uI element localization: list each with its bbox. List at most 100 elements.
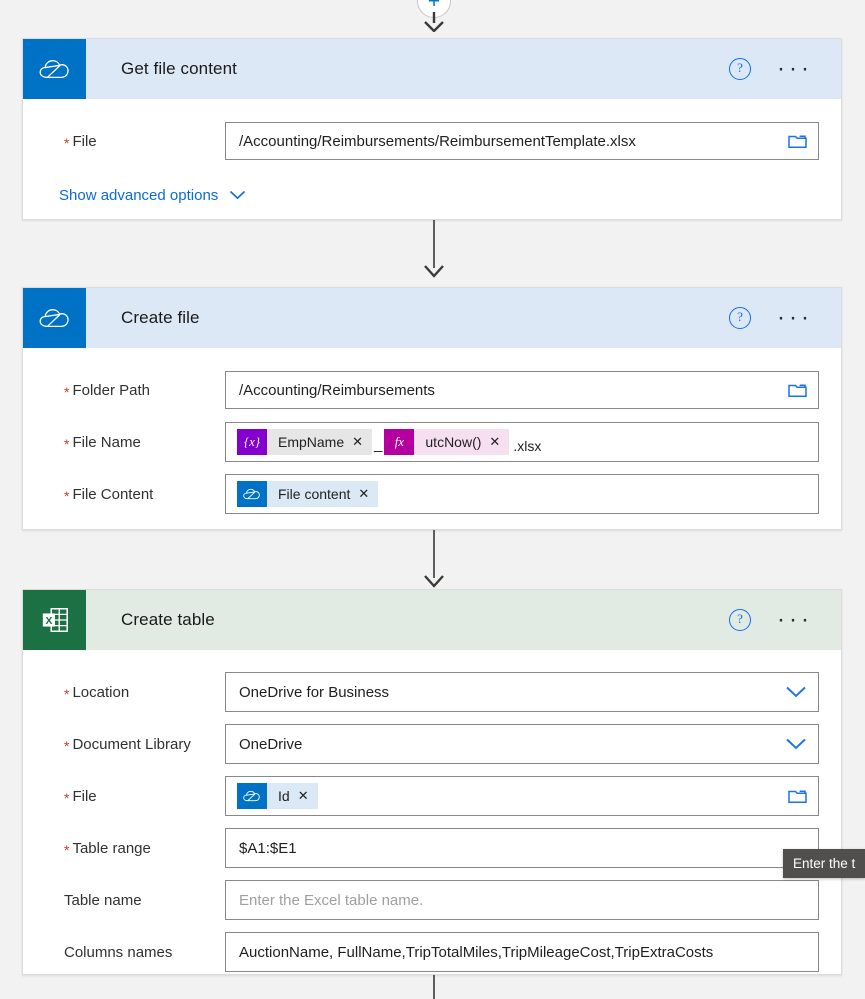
field-label: * Document Library bbox=[45, 736, 225, 754]
token-list: {x} EmpName ✕ _ fx utcNow() ✕ .xlsx bbox=[237, 429, 541, 455]
field-row-folder-path: * Folder Path /Accounting/Reimbursements bbox=[45, 364, 819, 416]
help-icon[interactable]: ? bbox=[729, 58, 752, 80]
field-label: * Folder Path bbox=[45, 381, 225, 400]
field-label-text: File Name bbox=[72, 433, 141, 451]
field-row-file-content: * File Content File content ✕ bbox=[45, 468, 819, 520]
remove-token-icon[interactable]: ✕ bbox=[298, 788, 309, 804]
field-label: * Location bbox=[45, 683, 225, 702]
field-label-text: Table range bbox=[72, 839, 151, 857]
help-icon[interactable]: ? bbox=[729, 609, 752, 631]
advanced-link-text: Show advanced options bbox=[59, 187, 219, 204]
field-row-file: * File /Accounting/Reimbursements/Reimbu… bbox=[45, 115, 819, 167]
folder-icon[interactable] bbox=[788, 788, 807, 804]
card-header[interactable]: Create file ? ··· bbox=[23, 288, 841, 348]
field-label-text: File Content bbox=[72, 485, 154, 503]
required-asterisk: * bbox=[64, 842, 70, 858]
field-value: OneDrive bbox=[239, 735, 303, 753]
folder-icon[interactable] bbox=[788, 382, 807, 398]
table-range-input[interactable]: $A1:$E1 bbox=[225, 828, 819, 868]
token-chip-label: utcNow() ✕ bbox=[414, 429, 510, 455]
required-asterisk: * bbox=[64, 135, 70, 151]
required-asterisk: * bbox=[64, 488, 70, 504]
token-chip-label: File content ✕ bbox=[267, 481, 379, 507]
svg-text:X: X bbox=[45, 616, 52, 627]
field-row-document-library: * Document Library OneDrive bbox=[45, 718, 819, 770]
onedrive-icon bbox=[237, 783, 267, 809]
field-label-text: File bbox=[72, 787, 97, 805]
remove-token-icon[interactable]: ✕ bbox=[489, 434, 500, 450]
field-label: * File bbox=[45, 787, 225, 806]
required-asterisk: * bbox=[64, 790, 70, 806]
table-name-input[interactable]: Enter the Excel table name. bbox=[225, 880, 819, 920]
flow-designer-canvas: + Get file content ? ··· * File /Account… bbox=[0, 0, 865, 999]
required-asterisk: * bbox=[64, 686, 70, 702]
chevron-down-icon[interactable] bbox=[785, 686, 807, 699]
more-options-icon[interactable]: ··· bbox=[777, 306, 813, 330]
chevron-down-icon bbox=[229, 187, 246, 204]
file-input[interactable]: /Accounting/Reimbursements/Reimbursement… bbox=[225, 122, 819, 160]
remove-token-icon[interactable]: ✕ bbox=[352, 434, 363, 450]
folder-icon[interactable] bbox=[788, 133, 807, 149]
token-chip-onedrive[interactable]: Id ✕ bbox=[237, 783, 318, 809]
field-label: * Table range bbox=[45, 839, 225, 858]
required-asterisk: * bbox=[64, 436, 70, 452]
file-content-input[interactable]: File content ✕ bbox=[225, 474, 819, 514]
connector-arrow-1 bbox=[421, 258, 447, 278]
tooltip-text: Enter the t bbox=[793, 856, 856, 871]
function-icon: fx bbox=[384, 429, 415, 455]
file-token-input[interactable]: Id ✕ bbox=[225, 776, 819, 816]
card-title: Get file content bbox=[121, 59, 237, 78]
field-row-location: * Location OneDrive for Business bbox=[45, 666, 819, 718]
card-header[interactable]: Get file content ? ··· bbox=[23, 39, 841, 99]
field-label-text: Table name bbox=[64, 891, 142, 909]
excel-icon: X bbox=[23, 590, 86, 650]
action-card-get-file-content[interactable]: Get file content ? ··· * File /Accountin… bbox=[22, 38, 842, 220]
card-body: * File /Accounting/Reimbursements/Reimbu… bbox=[23, 99, 841, 231]
document-library-select[interactable]: OneDrive bbox=[225, 724, 819, 764]
connector-line-3 bbox=[433, 975, 435, 999]
token-text: Id bbox=[278, 788, 290, 804]
plus-icon: + bbox=[427, 0, 441, 13]
connector-arrow-top bbox=[421, 12, 447, 32]
show-advanced-options-link[interactable]: Show advanced options bbox=[59, 187, 246, 204]
token-chip-onedrive[interactable]: File content ✕ bbox=[237, 481, 379, 507]
token-text: File content bbox=[278, 486, 351, 502]
card-header-actions: ? ··· bbox=[729, 39, 841, 99]
field-label: Table name bbox=[45, 892, 225, 909]
more-options-icon[interactable]: ··· bbox=[777, 57, 813, 81]
field-label: * File bbox=[45, 132, 225, 151]
chevron-down-icon[interactable] bbox=[785, 738, 807, 751]
token-chip-label: Id ✕ bbox=[267, 783, 318, 809]
folder-path-input[interactable]: /Accounting/Reimbursements bbox=[225, 371, 819, 409]
action-card-create-file[interactable]: Create file ? ··· * Folder Path /Account… bbox=[22, 287, 842, 530]
field-placeholder: Enter the Excel table name. bbox=[239, 891, 424, 909]
token-chip-variable[interactable]: {x} EmpName ✕ bbox=[237, 429, 373, 455]
field-label-text: Location bbox=[72, 683, 130, 701]
onedrive-icon bbox=[23, 288, 86, 348]
connector-arrow-2 bbox=[421, 568, 447, 588]
card-header-actions: ? ··· bbox=[729, 590, 841, 650]
remove-token-icon[interactable]: ✕ bbox=[358, 486, 369, 502]
action-card-create-table[interactable]: X Create table ? ··· * Location OneDrive… bbox=[22, 589, 842, 975]
card-title: Create table bbox=[121, 610, 215, 629]
token-separator: _ bbox=[374, 436, 383, 453]
field-row-table-range: * Table range $A1:$E1 bbox=[45, 822, 819, 874]
field-label: Columns names bbox=[45, 944, 225, 961]
card-header[interactable]: X Create table ? ··· bbox=[23, 590, 841, 650]
onedrive-icon bbox=[237, 481, 267, 507]
field-value: /Accounting/Reimbursements/Reimbursement… bbox=[239, 132, 636, 150]
columns-names-input[interactable]: AuctionName, FullName,TripTotalMiles,Tri… bbox=[225, 932, 819, 972]
file-name-input[interactable]: {x} EmpName ✕ _ fx utcNow() ✕ .xlsx bbox=[225, 422, 819, 462]
field-value: AuctionName, FullName,TripTotalMiles,Tri… bbox=[239, 943, 714, 961]
token-list: File content ✕ bbox=[237, 481, 379, 507]
token-chip-expression[interactable]: fx utcNow() ✕ bbox=[384, 429, 510, 455]
more-options-icon[interactable]: ··· bbox=[777, 608, 813, 632]
help-icon[interactable]: ? bbox=[729, 307, 752, 329]
location-select[interactable]: OneDrive for Business bbox=[225, 672, 819, 712]
field-label-text: File bbox=[72, 132, 97, 150]
field-label-text: Folder Path bbox=[72, 381, 150, 399]
field-value: OneDrive for Business bbox=[239, 683, 390, 701]
card-body: * Location OneDrive for Business * Docum… bbox=[23, 650, 841, 999]
token-text: utcNow() bbox=[425, 434, 482, 450]
required-asterisk: * bbox=[64, 738, 70, 754]
